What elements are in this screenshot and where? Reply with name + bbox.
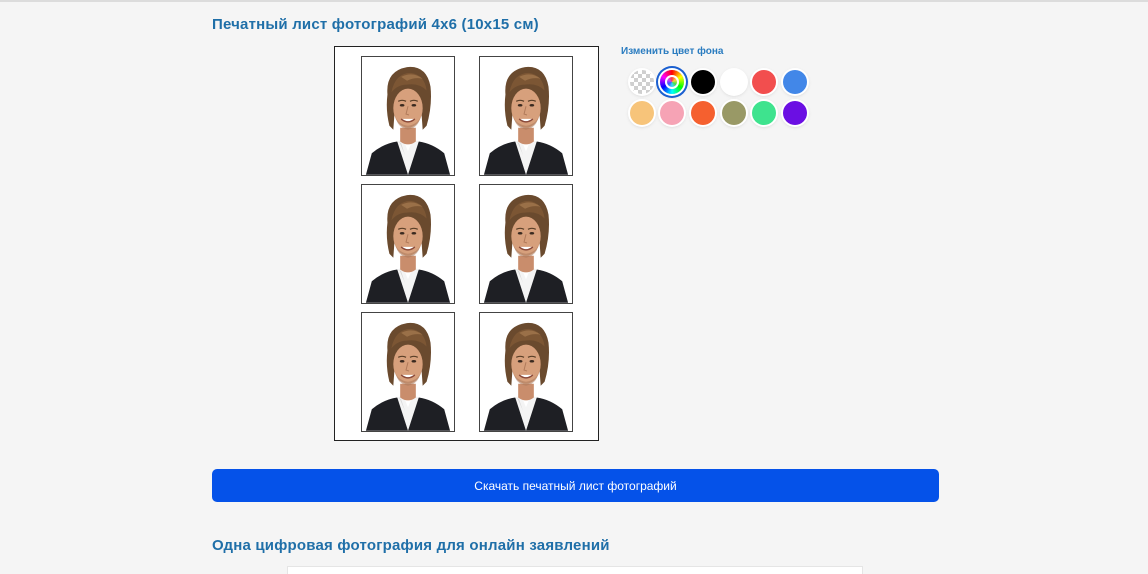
swatch-olive[interactable] xyxy=(722,101,746,125)
download-print-sheet-button[interactable]: Скачать печатный лист фотографий xyxy=(212,469,939,502)
swatch-transparent[interactable] xyxy=(630,70,654,94)
change-background-label: Изменить цвет фона xyxy=(621,46,724,57)
passport-photo xyxy=(479,56,573,176)
print-sheet-preview xyxy=(334,46,599,441)
swatch-white[interactable] xyxy=(722,70,746,94)
swatch-blue[interactable] xyxy=(783,70,807,94)
swatch-peach[interactable] xyxy=(630,101,654,125)
swatch-orange[interactable] xyxy=(691,101,715,125)
passport-photo xyxy=(361,184,455,304)
passport-photo xyxy=(479,184,573,304)
swatch-red[interactable] xyxy=(752,70,776,94)
swatch-custom-color[interactable] xyxy=(660,70,684,94)
digital-photo-title: Одна цифровая фотография для онлайн заяв… xyxy=(212,537,610,554)
swatch-purple[interactable] xyxy=(783,101,807,125)
print-sheet-title: Печатный лист фотографий 4x6 (10x15 см) xyxy=(212,16,539,33)
top-divider xyxy=(0,0,1148,2)
digital-photo-card xyxy=(287,566,863,574)
swatch-black[interactable] xyxy=(691,70,715,94)
swatch-mint[interactable] xyxy=(752,101,776,125)
passport-photo xyxy=(361,312,455,432)
passport-photo xyxy=(479,312,573,432)
passport-photo xyxy=(361,56,455,176)
swatch-pink[interactable] xyxy=(660,101,684,125)
